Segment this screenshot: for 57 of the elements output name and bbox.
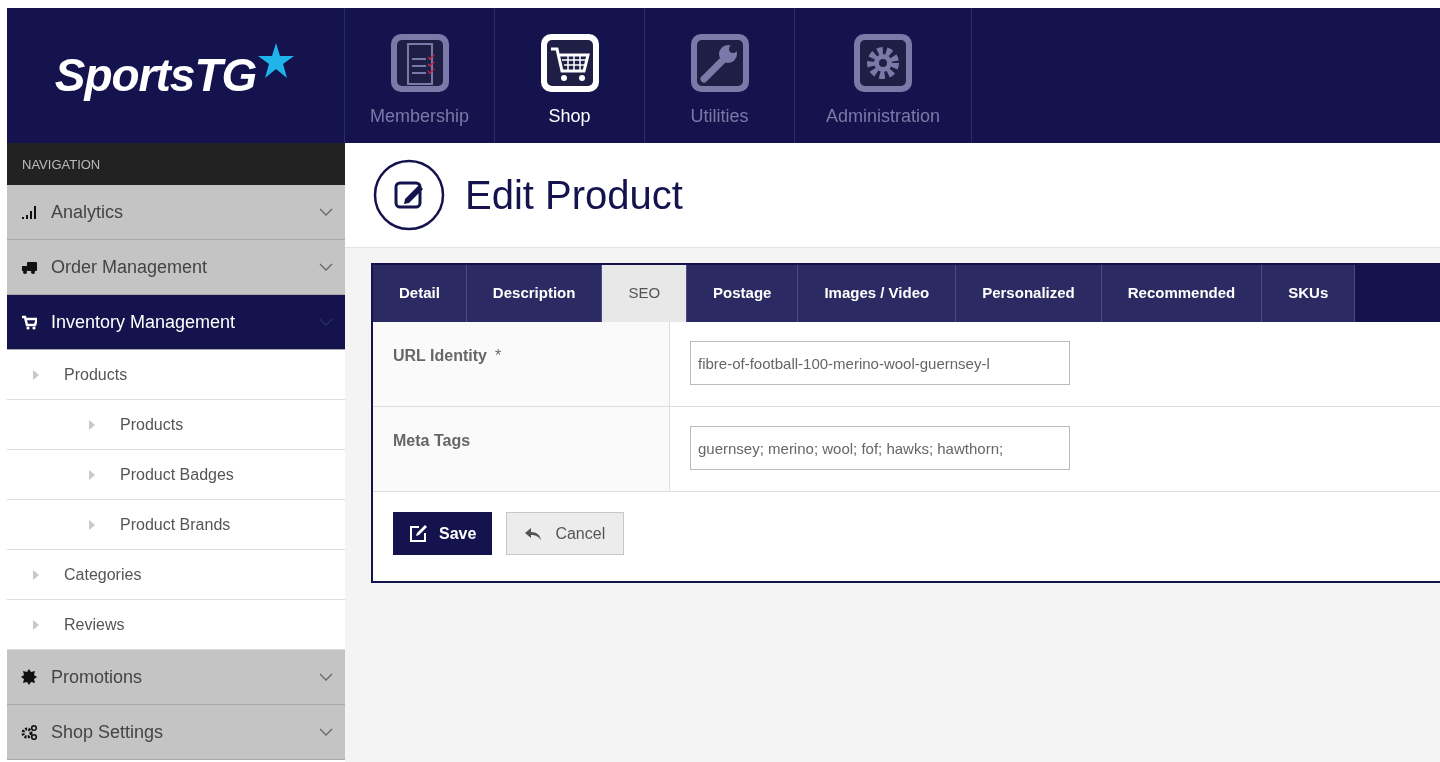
top-nav-tab[interactable]: Utilities — [645, 8, 795, 143]
link-label: Products — [64, 364, 128, 385]
section-label: Promotions — [51, 665, 144, 689]
tab[interactable]: Detail — [373, 265, 467, 322]
caret-icon — [89, 419, 95, 430]
chevron-down-icon — [319, 208, 333, 216]
page-title: Edit Product — [465, 172, 683, 219]
gears-icon — [21, 724, 37, 740]
caret-icon — [33, 619, 39, 630]
truck-icon — [21, 259, 37, 275]
chevron-down-icon — [319, 263, 333, 271]
chevron-down-icon — [319, 728, 333, 736]
sidebar-section[interactable]: Inventory Management — [7, 295, 345, 350]
link-label: Reviews — [64, 614, 125, 635]
caret-icon — [89, 519, 95, 530]
top-nav-tab[interactable]: Shop — [495, 8, 645, 143]
caret-icon — [33, 569, 39, 580]
tab[interactable]: Recommended — [1101, 265, 1263, 322]
save-button[interactable]: Save — [393, 512, 493, 555]
tab[interactable]: Images / Video — [798, 265, 957, 322]
link-label: Product Badges — [120, 464, 234, 485]
tab[interactable]: Personalized — [956, 265, 1102, 322]
tab[interactable]: Postage — [687, 265, 799, 322]
logo-text: SportsTG — [54, 48, 257, 103]
cancel-button[interactable]: Cancel — [506, 512, 625, 555]
input-field[interactable]: guernsey; merino; wool; fof; hawks; hawthorn; — [690, 426, 1070, 470]
tab[interactable]: SEO — [602, 265, 688, 322]
chevron-down-icon — [319, 318, 333, 326]
input-field[interactable]: fibre-of-football-100-merino-wool-guernsey-l — [690, 341, 1070, 385]
caret-icon — [89, 469, 95, 480]
edit-icon — [409, 524, 427, 543]
reply-arrow-icon — [525, 527, 542, 540]
section-label: Shop Settings — [51, 720, 165, 744]
top-nav-tab[interactable]: Membership — [345, 8, 495, 143]
sidebar-section[interactable]: Order Management — [7, 240, 345, 295]
required-mark: * — [494, 347, 502, 364]
link-label: Product Brands — [120, 514, 231, 535]
signal-bars-icon — [21, 204, 37, 220]
section-label: Order Management — [51, 255, 209, 279]
section-label: Analytics — [51, 200, 125, 224]
section-label: Inventory Management — [51, 310, 237, 334]
link-label: Categories — [64, 564, 142, 585]
sidebar-section[interactable]: Analytics — [7, 185, 345, 240]
sidebar-section[interactable]: Shop Settings — [7, 705, 345, 760]
tab[interactable]: SKUs — [1262, 265, 1356, 322]
tab[interactable]: Description — [466, 265, 603, 322]
sidebar-heading: NAVIGATION — [7, 143, 345, 185]
caret-icon — [33, 369, 39, 380]
edit-icon — [373, 159, 445, 231]
sidebar-section[interactable]: Promotions — [7, 650, 345, 705]
chevron-down-icon — [319, 673, 333, 681]
field-label: URL Identity — [393, 347, 487, 364]
link-label: Products — [120, 414, 184, 435]
badge-icon — [21, 669, 37, 685]
cart-icon — [21, 314, 37, 330]
field-label: Meta Tags — [393, 432, 471, 449]
top-nav-tab[interactable]: Administration — [795, 8, 972, 143]
